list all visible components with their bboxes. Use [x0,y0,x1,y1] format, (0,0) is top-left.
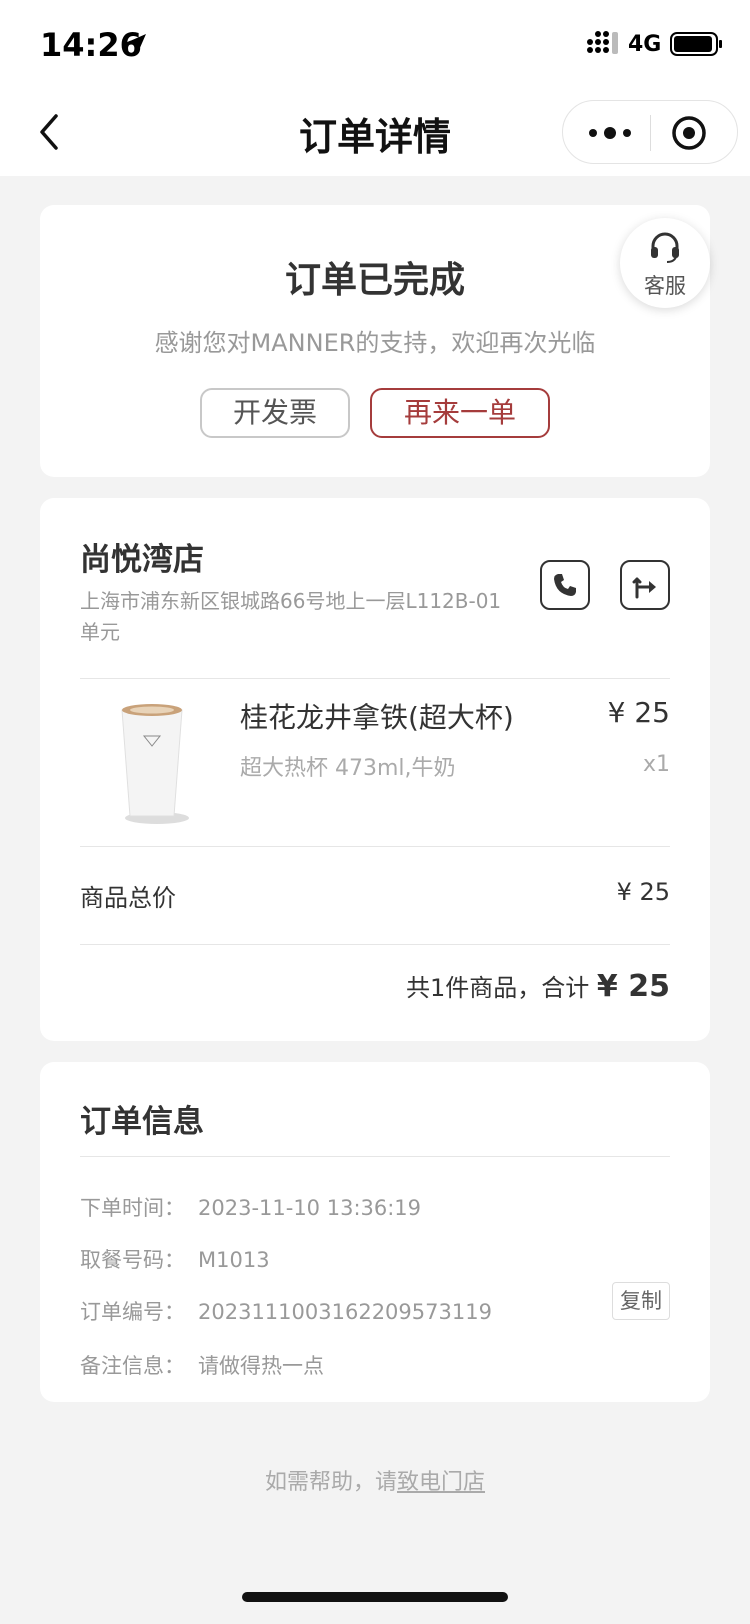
pickup-number-row: 取餐号码： M1013 [80,1244,270,1274]
status-time: 14:26 [40,26,142,64]
total-amount: ¥ 25 [596,969,670,1004]
status-bar: 14:26 4G [0,0,750,88]
phone-icon [554,574,576,596]
divider [80,846,670,847]
product-image [121,704,189,824]
total-summary: 共1件商品，合计 ¥ 25 [406,968,670,1004]
order-number-value: 2023111003162209573119 [198,1300,492,1324]
customer-service-label: 客服 [644,274,686,298]
item-name: 桂花龙井拿铁(超大杯) [240,701,514,734]
close-miniprogram-icon[interactable] [671,115,707,151]
navigate-store-button[interactable] [620,560,670,610]
order-info-card: 订单信息 下单时间： 2023-11-10 13:36:19 取餐号码： M1013… [40,1062,710,1402]
total-summary-text: 共1件商品，合计 [406,974,590,1002]
battery-icon [670,32,722,56]
call-store-link[interactable]: 致电门店 [397,1470,485,1495]
subtotal-value: ¥ 25 [616,878,670,906]
order-time-row: 下单时间： 2023-11-10 13:36:19 [80,1192,421,1222]
store-address: 上海市浦东新区银城路66号地上一层L112B-01单元 [80,589,502,644]
directions-icon [632,577,656,599]
home-indicator [242,1592,508,1602]
pickup-number-value: M1013 [198,1248,270,1272]
order-number-row: 订单编号： 2023111003162209573119 [80,1296,492,1326]
network-label: 4G [628,32,662,57]
subtotal-label: 商品总价 [80,884,176,912]
order-status-card: 订单已完成 感谢您对MANNER的支持，欢迎再次光临 开发票 再来一单 [40,205,710,477]
divider [80,944,670,945]
item-spec: 超大热杯 473ml,牛奶 [240,756,456,781]
order-time-label: 下单时间： [80,1196,185,1220]
capsule-divider [650,115,651,151]
headset-icon [651,232,679,263]
nav-bar: 订单详情 [0,88,750,176]
call-store-button[interactable] [540,560,590,610]
pickup-number-label: 取餐号码： [80,1248,185,1272]
invoice-button[interactable]: 开发票 [200,388,350,438]
more-icon[interactable] [587,121,633,145]
reorder-button[interactable]: 再来一单 [370,388,550,438]
item-price: ¥ 25 [607,696,670,729]
mini-program-capsule [562,100,738,164]
customer-service-button[interactable]: 客服 [620,218,710,308]
copy-order-number-button[interactable]: 复制 [612,1282,670,1320]
signal-icon [587,31,618,54]
help-footer: 如需帮助，请致电门店 [0,1464,750,1496]
item-quantity: x1 [642,752,670,777]
order-time-value: 2023-11-10 13:36:19 [198,1196,422,1220]
remark-row: 备注信息： 请做得热一点 [80,1350,324,1380]
divider [80,678,670,679]
location-arrow-icon [130,34,146,50]
order-status-subtitle: 感谢您对MANNER的支持，欢迎再次光临 [154,329,596,357]
order-status-title: 订单已完成 [284,260,465,301]
order-number-label: 订单编号： [80,1300,185,1324]
remark-value: 请做得热一点 [198,1354,324,1378]
store-name: 尚悦湾店 [80,542,204,578]
order-info-title: 订单信息 [80,1104,204,1140]
help-text: 如需帮助，请 [264,1470,397,1495]
divider [80,1156,670,1157]
remark-label: 备注信息： [80,1354,185,1378]
store-order-card: 尚悦湾店 上海市浦东新区银城路66号地上一层L112B-01单元 桂花龙井拿铁(… [40,498,710,1041]
